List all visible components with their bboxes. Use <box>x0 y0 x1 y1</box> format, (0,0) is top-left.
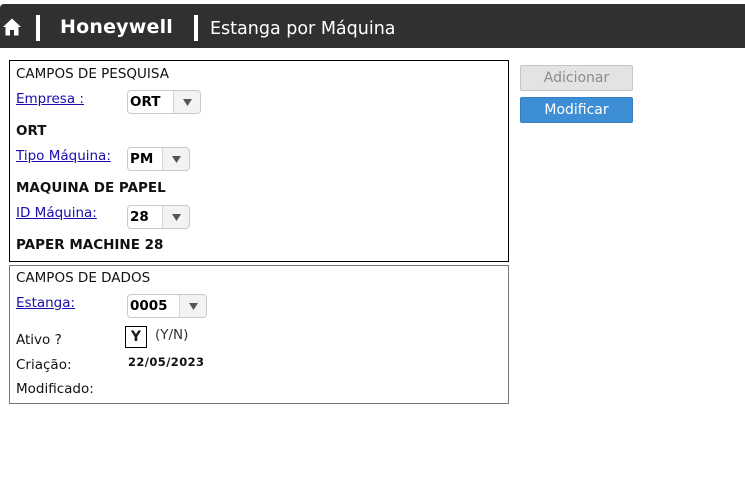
empresa-link[interactable]: Empresa : <box>16 91 84 107</box>
search-panel-title: CAMPOS DE PESQUISA <box>16 66 169 82</box>
id-maquina-link[interactable]: ID Máquina: <box>16 205 97 221</box>
id-maquina-select-value: 28 <box>130 209 149 225</box>
criacao-label: Criação: <box>16 357 72 373</box>
page-title: Estanga por Máquina <box>210 19 396 39</box>
tipo-maquina-link[interactable]: Tipo Máquina: <box>16 148 111 164</box>
empresa-select[interactable]: ORT <box>127 90 201 114</box>
estanga-select-value: 0005 <box>130 298 168 314</box>
id-maquina-select[interactable]: 28 <box>127 205 190 229</box>
modificado-label: Modificado: <box>16 381 94 397</box>
modify-button[interactable]: Modificar <box>520 97 633 123</box>
header-divider <box>36 15 40 41</box>
empresa-select-value: ORT <box>130 94 161 110</box>
criacao-value: 22/05/2023 <box>128 355 205 369</box>
tipo-maquina-description: MAQUINA DE PAPEL <box>16 180 166 196</box>
data-fields-panel: CAMPOS DE DADOS Estanga: 0005 Ativo ? Y … <box>9 265 509 404</box>
ativo-hint: (Y/N) <box>155 327 189 343</box>
tipo-maquina-select-value: PM <box>130 151 154 167</box>
ativo-label: Ativo ? <box>16 332 62 348</box>
estanga-link[interactable]: Estanga: <box>16 295 75 311</box>
chevron-down-icon <box>173 91 200 113</box>
header-bar: Honeywell Estanga por Máquina <box>0 4 745 48</box>
chevron-down-icon <box>162 148 189 170</box>
add-button[interactable]: Adicionar <box>520 65 633 91</box>
brand-logo: Honeywell <box>60 16 174 38</box>
home-icon[interactable] <box>2 17 22 37</box>
estanga-select[interactable]: 0005 <box>127 294 207 318</box>
chevron-down-icon <box>162 206 189 228</box>
header-divider <box>194 15 198 41</box>
chevron-down-icon <box>179 295 206 317</box>
data-panel-title: CAMPOS DE DADOS <box>16 270 151 286</box>
ativo-input[interactable]: Y <box>125 326 147 348</box>
id-maquina-description: PAPER MACHINE 28 <box>16 237 164 253</box>
empresa-description: ORT <box>16 123 47 139</box>
tipo-maquina-select[interactable]: PM <box>127 147 190 171</box>
search-fields-panel: CAMPOS DE PESQUISA Empresa : ORT ORT Tip… <box>9 60 509 262</box>
